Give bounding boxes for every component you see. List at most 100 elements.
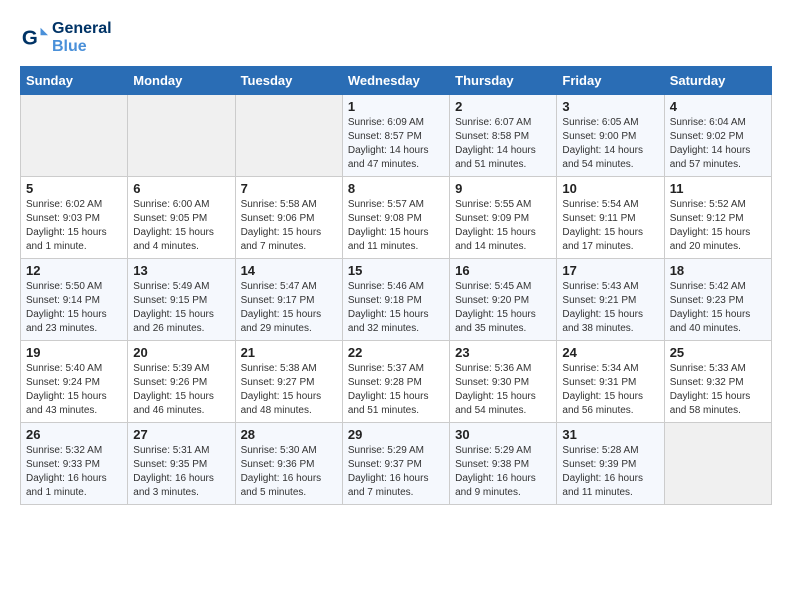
week-row-3: 12 Sunrise: 5:50 AM Sunset: 9:14 PM Dayli… bbox=[21, 259, 772, 341]
day-info: Sunrise: 6:04 AM Sunset: 9:02 PM Dayligh… bbox=[670, 116, 766, 172]
day-info: Sunrise: 6:09 AM Sunset: 8:57 PM Dayligh… bbox=[348, 116, 444, 172]
day-number: 3 bbox=[562, 99, 658, 114]
week-row-5: 26 Sunrise: 5:32 AM Sunset: 9:33 PM Dayli… bbox=[21, 423, 772, 505]
day-number: 8 bbox=[348, 181, 444, 196]
week-row-1: 1 Sunrise: 6:09 AM Sunset: 8:57 PM Daylig… bbox=[21, 95, 772, 177]
day-info: Sunrise: 6:02 AM Sunset: 9:03 PM Dayligh… bbox=[26, 198, 122, 254]
day-info: Sunrise: 5:50 AM Sunset: 9:14 PM Dayligh… bbox=[26, 280, 122, 336]
day-number: 31 bbox=[562, 427, 658, 442]
day-cell: 11 Sunrise: 5:52 AM Sunset: 9:12 PM Dayli… bbox=[664, 177, 771, 259]
week-row-2: 5 Sunrise: 6:02 AM Sunset: 9:03 PM Daylig… bbox=[21, 177, 772, 259]
day-info: Sunrise: 5:32 AM Sunset: 9:33 PM Dayligh… bbox=[26, 444, 122, 500]
day-cell: 30 Sunrise: 5:29 AM Sunset: 9:38 PM Dayli… bbox=[450, 423, 557, 505]
day-number: 2 bbox=[455, 99, 551, 114]
day-cell: 29 Sunrise: 5:29 AM Sunset: 9:37 PM Dayli… bbox=[342, 423, 449, 505]
day-cell: 7 Sunrise: 5:58 AM Sunset: 9:06 PM Daylig… bbox=[235, 177, 342, 259]
day-info: Sunrise: 5:54 AM Sunset: 9:11 PM Dayligh… bbox=[562, 198, 658, 254]
day-cell: 3 Sunrise: 6:05 AM Sunset: 9:00 PM Daylig… bbox=[557, 95, 664, 177]
day-info: Sunrise: 5:43 AM Sunset: 9:21 PM Dayligh… bbox=[562, 280, 658, 336]
day-number: 28 bbox=[241, 427, 337, 442]
day-number: 25 bbox=[670, 345, 766, 360]
day-cell: 27 Sunrise: 5:31 AM Sunset: 9:35 PM Dayli… bbox=[128, 423, 235, 505]
day-header-saturday: Saturday bbox=[664, 67, 771, 95]
week-row-4: 19Sunrise: 5:40 AM Sunset: 9:24 PM Dayli… bbox=[21, 341, 772, 423]
day-number: 10 bbox=[562, 181, 658, 196]
day-info: Sunrise: 5:33 AM Sunset: 9:32 PM Dayligh… bbox=[670, 362, 766, 418]
day-info: Sunrise: 5:37 AM Sunset: 9:28 PM Dayligh… bbox=[348, 362, 444, 418]
day-number: 26 bbox=[26, 427, 122, 442]
day-cell: 16 Sunrise: 5:45 AM Sunset: 9:20 PM Dayli… bbox=[450, 259, 557, 341]
day-number: 20 bbox=[133, 345, 229, 360]
day-number: 14 bbox=[241, 263, 337, 278]
day-info: Sunrise: 5:29 AM Sunset: 9:37 PM Dayligh… bbox=[348, 444, 444, 500]
day-info: Sunrise: 5:31 AM Sunset: 9:35 PM Dayligh… bbox=[133, 444, 229, 500]
day-cell: 13Sunrise: 5:49 AM Sunset: 9:15 PM Dayli… bbox=[128, 259, 235, 341]
day-header-wednesday: Wednesday bbox=[342, 67, 449, 95]
day-number: 15 bbox=[348, 263, 444, 278]
day-info: Sunrise: 5:47 AM Sunset: 9:17 PM Dayligh… bbox=[241, 280, 337, 336]
day-number: 7 bbox=[241, 181, 337, 196]
day-cell: 8 Sunrise: 5:57 AM Sunset: 9:08 PM Daylig… bbox=[342, 177, 449, 259]
day-cell: 5 Sunrise: 6:02 AM Sunset: 9:03 PM Daylig… bbox=[21, 177, 128, 259]
day-info: Sunrise: 6:07 AM Sunset: 8:58 PM Dayligh… bbox=[455, 116, 551, 172]
logo-icon: G bbox=[20, 24, 48, 52]
svg-text:G: G bbox=[22, 27, 38, 50]
day-info: Sunrise: 5:29 AM Sunset: 9:38 PM Dayligh… bbox=[455, 444, 551, 500]
header: G General Blue bbox=[20, 20, 772, 56]
day-info: Sunrise: 5:36 AM Sunset: 9:30 PM Dayligh… bbox=[455, 362, 551, 418]
day-cell: 12 Sunrise: 5:50 AM Sunset: 9:14 PM Dayli… bbox=[21, 259, 128, 341]
day-number: 24 bbox=[562, 345, 658, 360]
day-cell: 4 Sunrise: 6:04 AM Sunset: 9:02 PM Daylig… bbox=[664, 95, 771, 177]
day-cell: 31Sunrise: 5:28 AM Sunset: 9:39 PM Dayli… bbox=[557, 423, 664, 505]
day-cell: 21Sunrise: 5:38 AM Sunset: 9:27 PM Dayli… bbox=[235, 341, 342, 423]
day-number: 21 bbox=[241, 345, 337, 360]
logo-line2: Blue bbox=[52, 38, 112, 56]
day-cell: 28 Sunrise: 5:30 AM Sunset: 9:36 PM Dayli… bbox=[235, 423, 342, 505]
day-header-tuesday: Tuesday bbox=[235, 67, 342, 95]
day-info: Sunrise: 5:34 AM Sunset: 9:31 PM Dayligh… bbox=[562, 362, 658, 418]
day-info: Sunrise: 5:57 AM Sunset: 9:08 PM Dayligh… bbox=[348, 198, 444, 254]
day-number: 18 bbox=[670, 263, 766, 278]
logo: G General Blue bbox=[20, 20, 112, 56]
day-number: 12 bbox=[26, 263, 122, 278]
day-header-thursday: Thursday bbox=[450, 67, 557, 95]
day-header-sunday: Sunday bbox=[21, 67, 128, 95]
day-number: 9 bbox=[455, 181, 551, 196]
day-info: Sunrise: 5:45 AM Sunset: 9:20 PM Dayligh… bbox=[455, 280, 551, 336]
day-info: Sunrise: 5:40 AM Sunset: 9:24 PM Dayligh… bbox=[26, 362, 122, 418]
day-number: 13 bbox=[133, 263, 229, 278]
day-number: 5 bbox=[26, 181, 122, 196]
day-number: 11 bbox=[670, 181, 766, 196]
day-cell bbox=[21, 95, 128, 177]
day-number: 6 bbox=[133, 181, 229, 196]
logo-line1: General bbox=[52, 20, 112, 38]
day-cell: 17 Sunrise: 5:43 AM Sunset: 9:21 PM Dayli… bbox=[557, 259, 664, 341]
day-info: Sunrise: 5:52 AM Sunset: 9:12 PM Dayligh… bbox=[670, 198, 766, 254]
day-info: Sunrise: 5:42 AM Sunset: 9:23 PM Dayligh… bbox=[670, 280, 766, 336]
day-number: 17 bbox=[562, 263, 658, 278]
day-cell: 25 Sunrise: 5:33 AM Sunset: 9:32 PM Dayli… bbox=[664, 341, 771, 423]
day-number: 16 bbox=[455, 263, 551, 278]
day-cell: 1 Sunrise: 6:09 AM Sunset: 8:57 PM Daylig… bbox=[342, 95, 449, 177]
day-cell: 23Sunrise: 5:36 AM Sunset: 9:30 PM Dayli… bbox=[450, 341, 557, 423]
day-number: 27 bbox=[133, 427, 229, 442]
day-info: Sunrise: 5:39 AM Sunset: 9:26 PM Dayligh… bbox=[133, 362, 229, 418]
day-info: Sunrise: 5:58 AM Sunset: 9:06 PM Dayligh… bbox=[241, 198, 337, 254]
day-cell: 14 Sunrise: 5:47 AM Sunset: 9:17 PM Dayli… bbox=[235, 259, 342, 341]
header-row: SundayMondayTuesdayWednesdayThursdayFrid… bbox=[21, 67, 772, 95]
day-info: Sunrise: 5:55 AM Sunset: 9:09 PM Dayligh… bbox=[455, 198, 551, 254]
day-info: Sunrise: 6:05 AM Sunset: 9:00 PM Dayligh… bbox=[562, 116, 658, 172]
day-cell: 19Sunrise: 5:40 AM Sunset: 9:24 PM Dayli… bbox=[21, 341, 128, 423]
day-cell: 18 Sunrise: 5:42 AM Sunset: 9:23 PM Dayli… bbox=[664, 259, 771, 341]
day-cell: 20 Sunrise: 5:39 AM Sunset: 9:26 PM Dayli… bbox=[128, 341, 235, 423]
day-cell: 22Sunrise: 5:37 AM Sunset: 9:28 PM Dayli… bbox=[342, 341, 449, 423]
day-cell: 2 Sunrise: 6:07 AM Sunset: 8:58 PM Daylig… bbox=[450, 95, 557, 177]
day-cell: 9 Sunrise: 5:55 AM Sunset: 9:09 PM Daylig… bbox=[450, 177, 557, 259]
day-number: 4 bbox=[670, 99, 766, 114]
day-number: 1 bbox=[348, 99, 444, 114]
day-cell: 24 Sunrise: 5:34 AM Sunset: 9:31 PM Dayli… bbox=[557, 341, 664, 423]
day-number: 29 bbox=[348, 427, 444, 442]
day-number: 30 bbox=[455, 427, 551, 442]
day-header-friday: Friday bbox=[557, 67, 664, 95]
day-info: Sunrise: 5:30 AM Sunset: 9:36 PM Dayligh… bbox=[241, 444, 337, 500]
